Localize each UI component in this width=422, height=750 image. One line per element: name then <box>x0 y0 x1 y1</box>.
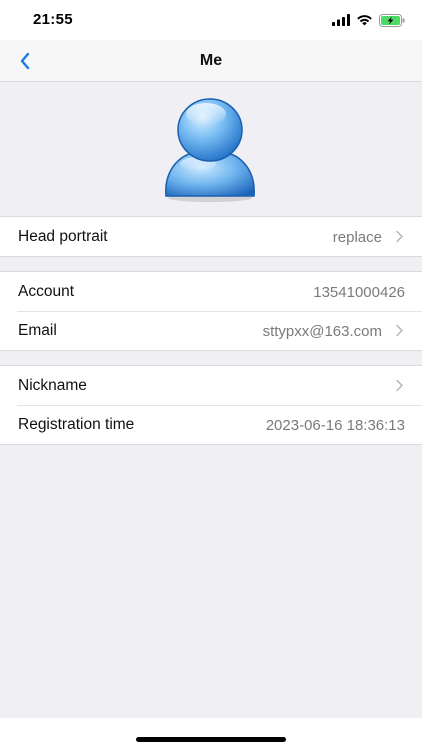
chevron-right-icon <box>396 379 403 392</box>
chevron-right-icon <box>396 324 403 337</box>
wifi-icon <box>357 15 372 26</box>
profile-info-group: Nickname Registration time 2023-06-16 18… <box>0 365 422 445</box>
email-value: sttypxx@163.com <box>262 323 382 340</box>
head-portrait-row[interactable]: Head portrait replace <box>0 217 422 256</box>
email-label: Email <box>18 322 57 339</box>
home-indicator-area <box>0 718 422 750</box>
account-label: Account <box>18 283 75 300</box>
home-indicator[interactable] <box>136 737 286 742</box>
head-portrait-group: Head portrait replace <box>0 216 422 257</box>
registration-time-value: 2023-06-16 18:36:13 <box>265 417 405 434</box>
head-portrait-label: Head portrait <box>18 228 108 245</box>
status-bar: 21:55 <box>0 0 422 40</box>
nickname-row[interactable]: Nickname <box>0 366 422 405</box>
avatar[interactable] <box>160 94 260 204</box>
cellular-signal-icon <box>332 14 350 26</box>
navigation-bar: Me <box>0 40 422 82</box>
battery-charging-icon <box>379 13 405 27</box>
registration-time-row: Registration time 2023-06-16 18:36:13 <box>0 405 422 444</box>
page-title: Me <box>199 52 223 69</box>
user-avatar-icon <box>165 98 255 202</box>
account-row: Account 13541000426 <box>0 272 422 311</box>
account-value: 13541000426 <box>313 284 405 301</box>
registration-time-label: Registration time <box>18 416 135 433</box>
account-group: Account 13541000426 Email sttypxx@163.co… <box>0 271 422 351</box>
chevron-right-icon <box>396 230 403 243</box>
nickname-label: Nickname <box>18 377 87 394</box>
email-row[interactable]: Email sttypxx@163.com <box>0 311 422 350</box>
status-icons <box>332 12 406 28</box>
status-time: 21:55 <box>33 11 73 28</box>
head-portrait-value: replace <box>332 229 382 246</box>
avatar-area <box>0 82 422 216</box>
